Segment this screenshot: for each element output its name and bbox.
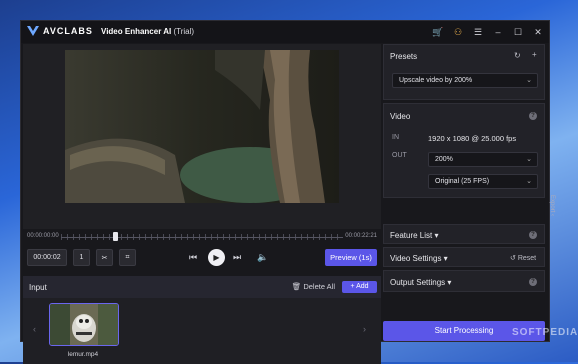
video-title: Video [390, 112, 411, 121]
input-title: Input [29, 283, 47, 292]
video-frame[interactable] [65, 50, 339, 203]
delete-all-label: Delete All [303, 282, 335, 291]
refresh-icon[interactable]: ↻ [514, 51, 521, 60]
output-settings-label: Output Settings [390, 278, 446, 287]
reset-label: Reset [517, 255, 537, 262]
minimize-icon[interactable]: – [491, 25, 505, 39]
video-settings-panel[interactable]: Video Settings ▾ ↺ Reset [383, 247, 545, 267]
app-window: AVCLABS Video Enhancer AI (Trial) 🛒 ⚇ ☰ … [20, 20, 555, 364]
video-frame-image [65, 50, 339, 203]
window-title: Video Enhancer AI (Trial) [101, 27, 194, 36]
frame-step-field[interactable]: 1 [73, 249, 90, 266]
trial-badge: (Trial) [173, 27, 195, 36]
in-value: 1920 x 1080 @ 25.000 fps [428, 134, 517, 143]
preview-button[interactable]: Preview (1s) [325, 249, 377, 266]
presets-panel: Presets ↻ + Upscale video by 200% ⌄ [383, 44, 545, 100]
export-tab[interactable]: Export ‹ [547, 176, 555, 236]
crop-icon[interactable]: ⌗ [119, 249, 136, 266]
timeline-playhead[interactable] [112, 232, 118, 241]
video-preview-area [23, 44, 381, 229]
app-logo: AVCLABS [27, 26, 93, 36]
chevron-down-icon: ⌄ [526, 156, 532, 163]
timeline[interactable]: 00:00:00:00 00:00:22:21 [27, 231, 377, 243]
scale-select[interactable]: 200% ⌄ [428, 152, 538, 167]
feature-list-label: Feature List [390, 231, 433, 240]
playback-controls: 00:00:02 1 ✂ ⌗ ⏮ ▶ ⏭ 🔈 Preview (1s) [27, 249, 377, 267]
menu-icon[interactable]: ☰ [471, 25, 485, 39]
add-preset-icon[interactable]: + [532, 50, 537, 59]
chevron-down-icon: ⌄ [526, 178, 532, 185]
fps-select-value: Original (25 FPS) [435, 178, 490, 185]
chevron-down-icon: ⌄ [526, 77, 532, 84]
brand-name: AVCLABS [43, 26, 93, 36]
output-settings-panel[interactable]: Output Settings ▾ ? [383, 270, 545, 292]
feature-list-title: Feature List ▾ [390, 231, 439, 240]
cut-icon[interactable]: ✂ [96, 249, 113, 266]
input-thumbnail[interactable] [49, 303, 119, 346]
in-label: IN [392, 134, 399, 141]
help-icon[interactable]: ? [529, 278, 537, 286]
maximize-icon[interactable]: ☐ [511, 25, 525, 39]
volume-icon[interactable]: 🔈 [257, 249, 268, 266]
logo-icon [27, 26, 39, 36]
scroll-right-icon[interactable]: › [363, 324, 366, 334]
out-label: OUT [392, 152, 407, 159]
timeline-end-time: 00:00:22:21 [345, 233, 377, 239]
timeline-track[interactable] [61, 237, 343, 238]
cart-icon[interactable]: 🛒 [431, 25, 445, 39]
fps-select[interactable]: Original (25 FPS) ⌄ [428, 174, 538, 189]
input-panel: Input 🗑 Delete All + Add ‹ lemur.mp4 › [23, 276, 381, 364]
add-button[interactable]: + Add [342, 281, 377, 293]
next-frame-icon[interactable]: ⏭ [233, 249, 241, 266]
title-bar: AVCLABS Video Enhancer AI (Trial) 🛒 ⚇ ☰ … [21, 21, 549, 43]
preset-select-value: Upscale video by 200% [399, 77, 473, 84]
feature-list-panel[interactable]: Feature List ▾ ? [383, 224, 545, 244]
account-icon[interactable]: ⚇ [451, 25, 465, 39]
scale-select-value: 200% [435, 156, 453, 163]
scroll-left-icon[interactable]: ‹ [33, 324, 36, 334]
close-icon[interactable]: ✕ [531, 25, 545, 39]
app-title-text: Video Enhancer AI [101, 27, 172, 36]
help-icon[interactable]: ? [529, 112, 537, 120]
video-settings-title: Video Settings ▾ [390, 254, 448, 263]
current-time-field[interactable]: 00:00:02 [27, 249, 67, 266]
input-file-name: lemur.mp4 [67, 351, 99, 358]
previous-frame-icon[interactable]: ⏮ [189, 249, 197, 266]
delete-all-button[interactable]: 🗑 Delete All [292, 282, 335, 291]
video-settings-label: Video Settings [390, 254, 442, 263]
output-settings-title: Output Settings ▾ [390, 278, 452, 287]
presets-title: Presets [390, 52, 418, 61]
video-panel: Video ? IN 1920 x 1080 @ 25.000 fps OUT … [383, 103, 545, 198]
softpedia-watermark: SOFTPEDIA [512, 327, 578, 338]
timeline-start-time: 00:00:00:00 [27, 233, 59, 239]
lemur-thumbnail-image [50, 304, 118, 345]
help-icon[interactable]: ? [529, 231, 537, 239]
export-label: Export [549, 195, 555, 213]
preset-select[interactable]: Upscale video by 200% ⌄ [392, 73, 538, 88]
reset-button[interactable]: ↺ Reset [510, 254, 536, 262]
play-button[interactable]: ▶ [208, 249, 225, 266]
